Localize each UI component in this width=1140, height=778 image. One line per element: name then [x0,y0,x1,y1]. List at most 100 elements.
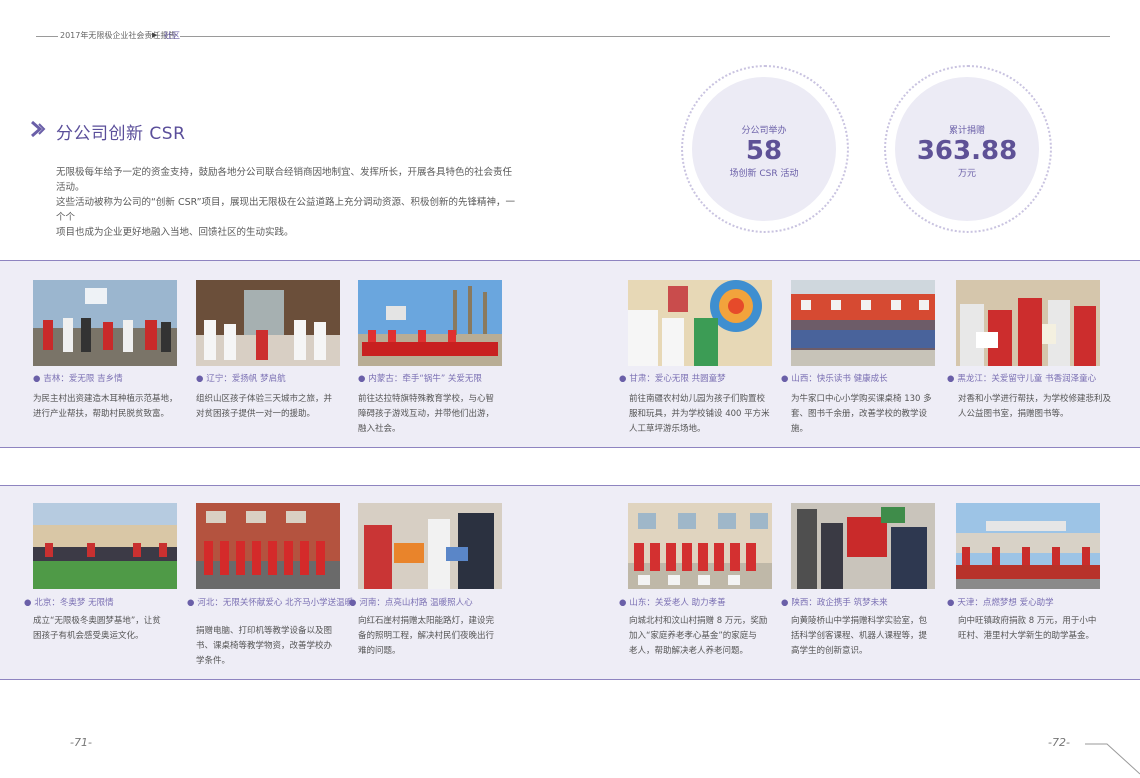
desc-line: 人公益图书室，捐赠图书等。 [958,409,1069,419]
card-description: 成立“无限极冬奥圆梦基地”，让贫 困孩子有机会感受奥运文化。 [33,614,183,644]
card-caption: ● 内蒙古：牵手“锅牛” 关爱无限 [358,373,482,386]
bullet-dot-icon: ● [24,598,32,608]
caption-text: 甘肃：爱心无限 共圆童梦 [629,374,726,384]
intro-line: 无限极每年给予一定的资金支持，鼓励各地分公司联合经销商因地制宜、发挥所长，开展各… [56,167,513,193]
card-caption: ● 河南：点亮山村路 温暖照人心 [349,597,473,610]
bullet-dot-icon: ● [187,598,195,608]
bullet-dot-icon: ● [196,374,204,384]
caption-text: 黑龙江：关爱留守儿童 书香润泽童心 [957,374,1097,384]
page-number-right: -72- [1048,736,1070,749]
activity-photo [358,503,502,589]
desc-line: 向中旺镇政府捐款 8 万元，用于小中 [958,616,1097,626]
intro-paragraph: 无限极每年给予一定的资金支持，鼓励各地分公司联合经销商因地制宜、发挥所长，开展各… [56,165,516,240]
activity-photo [791,503,935,589]
desc-line: 为牛家口中心小学购买课桌椅 130 多 [791,394,932,404]
page-number-left: -71- [70,736,92,749]
intro-line: 项目也成为企业更好地融入当地、回馈社区的生动实践。 [56,227,294,238]
bullet-dot-icon: ● [781,598,789,608]
bullet-dot-icon: ● [619,374,627,384]
activity-photo [196,503,340,589]
card-description: 向中旺镇政府捐款 8 万元，用于小中 旺村、港里村大学新生的助学基金。 [958,614,1128,644]
caption-text: 河南：点亮山村路 温暖照人心 [359,598,473,608]
desc-line: 老人，帮助解决老人养老问题。 [629,646,749,656]
desc-line: 服和玩具，并为学校铺设 400 平方米 [629,409,770,419]
caption-text: 河北：无限关怀献爱心 北齐马小学送温暖 [197,598,354,608]
desc-line: 障碍孩子游戏互动，并带他们出游， [358,409,495,419]
stat-activities: 分公司举办 58 场创新 CSR 活动 [692,77,836,221]
card-caption: ● 天津：点燃梦想 爱心助学 [947,597,1054,610]
card-caption: ● 吉林：爱无限 吉乡情 [33,373,123,386]
activity-photo [628,280,772,366]
desc-line: 书、课桌椅等教学物资，改善学校办 [196,641,333,651]
activity-photo [33,503,177,589]
desc-line: 前往达拉特旗特殊教育学校，与心智 [358,394,495,404]
caption-text: 山东：关爱老人 助力孝善 [629,598,726,608]
stat-unit: 万元 [957,169,976,179]
desc-line: 向城北村和汶山村捐赠 8 万元，奖励 [629,616,768,626]
corner-rule [1085,743,1140,775]
card-description: 为牛家口中心小学购买课桌椅 130 多 套、图书千余册，改善学校的教学设施。 [791,392,941,437]
card-caption: ● 北京：冬奥梦 无限情 [24,597,114,610]
stat-value: 363.88 [916,136,1018,166]
desc-line: 学条件。 [196,656,231,666]
card-description: 为民主村出资建造木耳种植示范基地， 进行产业帮扶，帮助村民脱贫致富。 [33,392,183,422]
desc-line: 为民主村出资建造木耳种植示范基地， [33,394,178,404]
activity-photo [628,503,772,589]
desc-line: 备的照明工程，解决村民们夜晚出行 [358,631,495,641]
desc-line: 融入社会。 [358,424,401,434]
desc-line: 向黄陵桥山中学捐赠科学实验室，包 [791,616,928,626]
caption-text: 天津：点燃梦想 爱心助学 [957,598,1054,608]
bullet-dot-icon: ● [619,598,627,608]
bullet-dot-icon: ● [947,598,955,608]
desc-line: 难的问题。 [358,646,401,656]
caption-text: 陕西：政企携手 筑梦未来 [791,598,888,608]
desc-line: 组织山区孩子体验三天城市之旅，并 [196,394,333,404]
activity-photo [956,280,1100,366]
card-description: 对香和小学进行帮扶，为学校修建悲利及 人公益图书室，捐赠图书等。 [958,392,1128,422]
card-description: 组织山区孩子体验三天城市之旅，并 对贫困孩子提供一对一的援助。 [196,392,346,422]
desc-line: 前往南疆农村幼儿园为孩子们购置校 [629,394,766,404]
card-description: 前往南疆农村幼儿园为孩子们购置校 服和玩具，并为学校铺设 400 平方米 人工草… [629,392,779,437]
bullet-dot-icon: ● [358,374,366,384]
header-rule-right [180,36,1110,37]
card-description: 前往达拉特旗特殊教育学校，与心智 障碍孩子游戏互动，并带他们出游， 融入社会。 [358,392,508,437]
card-caption: ● 陕西：政企携手 筑梦未来 [781,597,888,610]
desc-line: 成立“无限极冬奥圆梦基地”，让贫 [33,616,161,626]
desc-line: 困孩子有机会感受奥运文化。 [33,631,144,641]
desc-line: 进行产业帮扶，帮助村民脱贫致富。 [33,409,170,419]
card-description: 向红石崖村捐赠太阳能路灯，建设完 备的照明工程，解决村民们夜晚出行 难的问题。 [358,614,508,659]
card-caption: ● 河北：无限关怀献爱心 北齐马小学送温暖 [187,597,353,610]
bullet-dot-icon: ● [349,598,357,608]
card-caption: ● 甘肃：爱心无限 共圆童梦 [619,373,726,386]
stat-label: 累计捐赠 [948,126,985,136]
bullet-dot-icon: ● [781,374,789,384]
activity-photo [196,280,340,366]
desc-line: 加入“家庭养老孝心基金”的家庭与 [629,631,757,641]
desc-line: 人工草坪游乐场地。 [629,424,706,434]
stat-donation: 累计捐赠 363.88 万元 [895,77,1039,221]
bullet-dot-icon: ● [947,374,955,384]
chevron-right-icon [31,120,46,138]
caption-text: 辽宁：爱扬帆 梦启航 [206,374,286,384]
desc-line: 套、图书千余册，改善学校的教学设施。 [791,409,928,434]
stat-value: 58 [745,136,783,166]
header-section: 社区 [164,31,180,40]
stat-label: 分公司举办 [741,126,787,136]
header-report-title: 2017年无限极企业社会责任报告 [60,31,177,40]
page-title: 分公司创新 CSR [56,124,186,144]
card-caption: ● 山西：快乐读书 健康成长 [781,373,888,386]
desc-line: 捐赠电脑、打印机等教学设备以及图 [196,626,333,636]
intro-line: 这些活动被称为公司的“创新 CSR”项目，展现出无限极在公益道路上充分调动资源、… [56,197,516,223]
caption-text: 内蒙古：牵手“锅牛” 关爱无限 [368,374,482,384]
card-description: 捐赠电脑、打印机等教学设备以及图 书、课桌椅等教学物资，改善学校办 学条件。 [196,624,346,669]
card-caption: ● 山东：关爱老人 助力孝善 [619,597,726,610]
activity-photo [33,280,177,366]
desc-line: 高学生的创新意识。 [791,646,868,656]
card-caption: ● 辽宁：爱扬帆 梦启航 [196,373,286,386]
caption-text: 山西：快乐读书 健康成长 [791,374,888,384]
stat-unit: 场创新 CSR 活动 [729,169,799,179]
card-description: 向黄陵桥山中学捐赠科学实验室，包 括科学创客课程、机器人课程等，提 高学生的创新… [791,614,941,659]
desc-line: 对香和小学进行帮扶，为学校修建悲利及 [958,394,1112,404]
card-description: 向城北村和汶山村捐赠 8 万元，奖励 加入“家庭养老孝心基金”的家庭与 老人，帮… [629,614,779,659]
activity-photo [358,280,502,366]
